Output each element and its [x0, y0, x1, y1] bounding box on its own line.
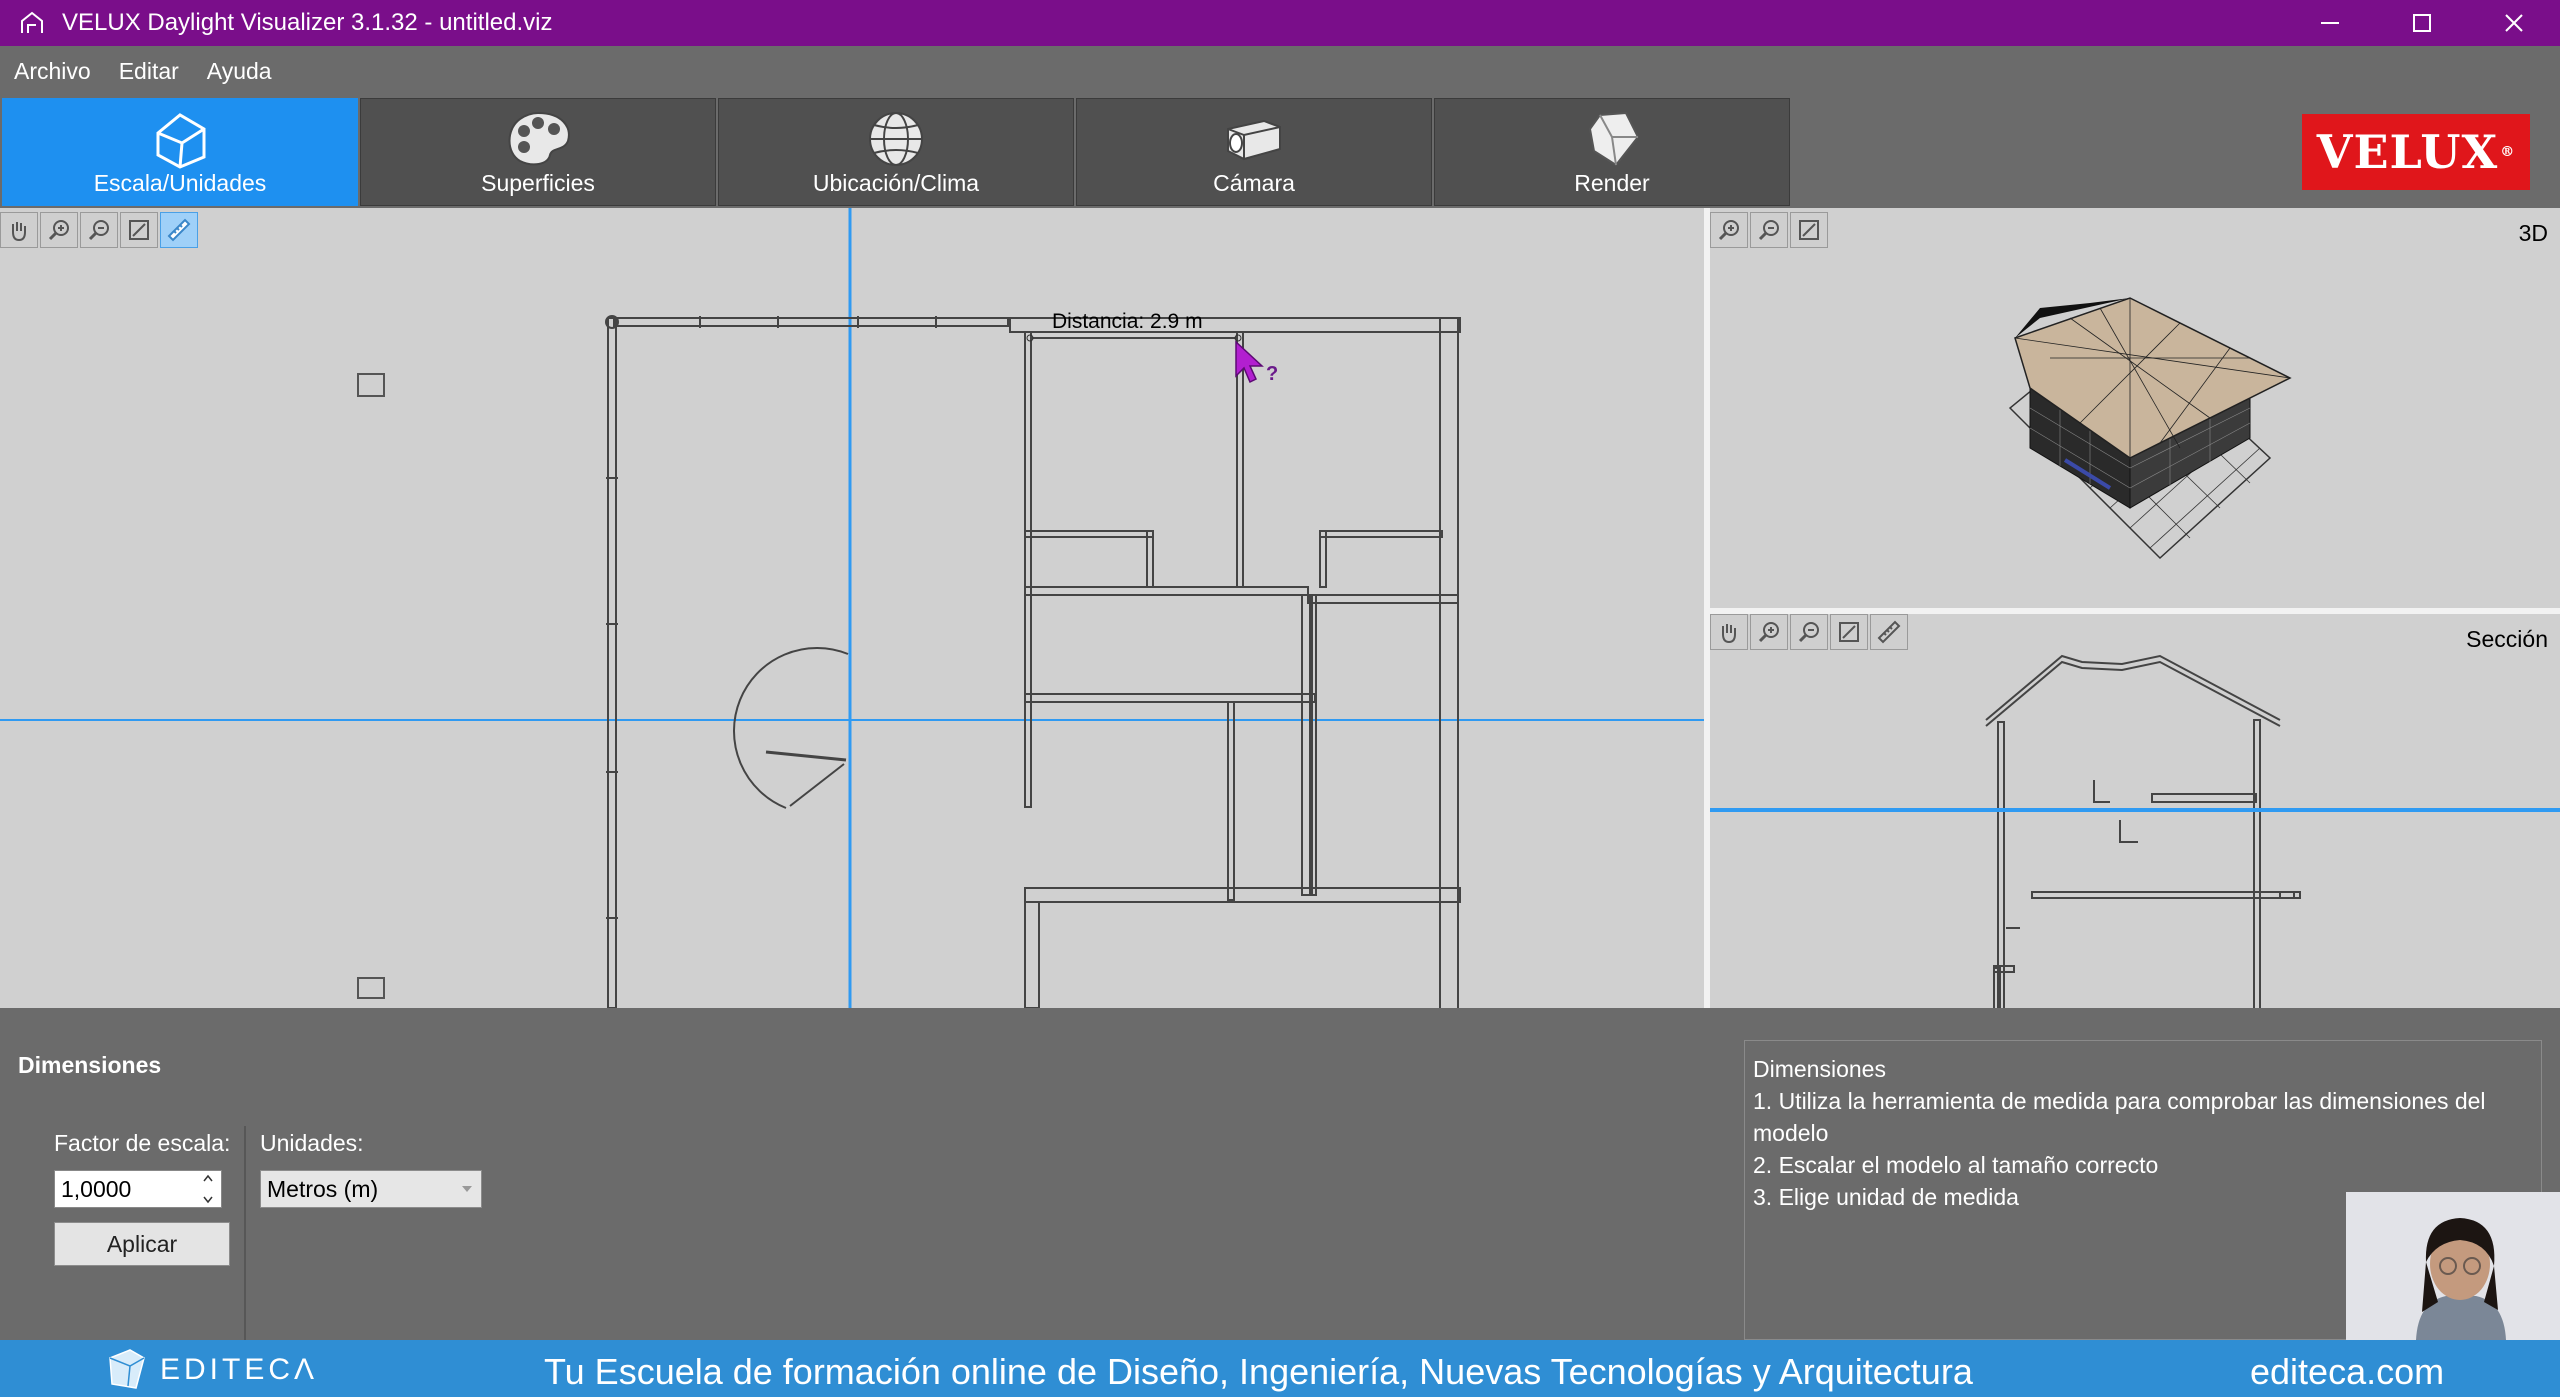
properties-panel: Dimensiones Factor de escala: Unidades: … — [0, 1008, 2560, 1340]
measurement-readout: Distancia: 2.9 m — [1052, 310, 1203, 333]
editeca-logo-icon — [109, 1349, 145, 1389]
tab-camara[interactable]: Cámara — [1076, 98, 1432, 206]
chevron-down-icon — [203, 1196, 213, 1204]
menu-bar: Archivo Editar Ayuda — [0, 46, 2560, 96]
units-dropdown[interactable]: Metros (m) — [260, 1170, 482, 1208]
svg-text:?: ? — [1266, 363, 1278, 385]
footer-website-link[interactable]: editeca.com — [2250, 1351, 2444, 1393]
maximize-button[interactable] — [2376, 0, 2468, 46]
tab-label: Escala/Unidades — [93, 170, 267, 196]
globe-icon — [869, 112, 923, 166]
close-button[interactable] — [2468, 0, 2560, 46]
chevron-down-icon — [462, 1186, 472, 1192]
render-icon — [1588, 111, 1640, 167]
velux-logo: VELUX ® — [2302, 114, 2530, 190]
house-wireframe-icon — [156, 113, 206, 169]
chevron-up-icon — [203, 1174, 213, 1182]
help-line: 1. Utiliza la herramienta de medida para… — [1753, 1088, 2486, 1146]
minimize-button[interactable] — [2284, 0, 2376, 46]
dimensions-heading: Dimensiones — [18, 1052, 162, 1078]
apply-button[interactable]: Aplicar — [54, 1222, 230, 1266]
app-icon — [21, 11, 43, 33]
help-line: 2. Escalar el modelo al tamaño correcto — [1753, 1152, 2159, 1178]
units-label: Unidades: — [260, 1130, 364, 1156]
camera-icon — [1227, 119, 1281, 161]
tab-bar: Escala/Unidades Superficies Ubicación/Cl… — [0, 96, 2560, 208]
section-drawing — [1710, 654, 2560, 1008]
presenter-webcam — [2346, 1192, 2560, 1340]
logo-text: VELUX — [2316, 125, 2499, 179]
tab-escala-unidades[interactable]: Escala/Unidades — [2, 98, 358, 206]
tab-superficies[interactable]: Superficies — [360, 98, 716, 206]
close-icon — [2505, 14, 2523, 32]
footer-banner: EDITECΛ Tu Escuela de formación online d… — [0, 1340, 2560, 1397]
minimize-icon — [2321, 22, 2339, 24]
menu-ayuda[interactable]: Ayuda — [207, 58, 272, 85]
section-viewport[interactable]: Sección — [1710, 614, 2560, 1008]
maximize-icon — [2413, 14, 2431, 32]
footer-brand: EDITECΛ — [160, 1353, 319, 1386]
scale-factor-stepper[interactable] — [197, 1173, 219, 1205]
menu-editar[interactable]: Editar — [119, 58, 179, 85]
tab-ubicacion-clima[interactable]: Ubicación/Clima — [718, 98, 1074, 206]
window-title: VELUX Daylight Visualizer 3.1.32 - untit… — [62, 9, 553, 36]
units-value: Metros (m) — [267, 1175, 379, 1202]
tab-render[interactable]: Render — [1434, 98, 1790, 206]
title-bar: VELUX Daylight Visualizer 3.1.32 - untit… — [0, 0, 2560, 46]
menu-archivo[interactable]: Archivo — [14, 58, 91, 85]
scale-factor-label: Factor de escala: — [54, 1130, 231, 1156]
scale-factor-value: 1,0000 — [61, 1175, 132, 1202]
plan-viewport[interactable]: ? Distancia: 2.9 m — [0, 208, 1704, 1008]
floor-plan-drawing: ? — [0, 208, 1704, 1008]
scale-factor-input[interactable]: 1,0000 — [54, 1170, 222, 1208]
tab-label: Superficies — [481, 170, 595, 196]
tab-label: Cámara — [1213, 170, 1295, 196]
tab-label: Ubicación/Clima — [812, 170, 980, 196]
3d-viewport[interactable]: 3D — [1710, 208, 2560, 608]
panel-divider — [244, 1126, 246, 1340]
logo-mark: ® — [2500, 144, 2516, 160]
footer-slogan: Tu Escuela de formación online de Diseño… — [544, 1351, 1973, 1392]
presenter-image — [2346, 1192, 2560, 1340]
help-title: Dimensiones — [1753, 1056, 1886, 1082]
tab-label: Render — [1574, 170, 1650, 196]
3d-model-drawing — [2008, 297, 2292, 560]
palette-icon — [508, 111, 570, 166]
